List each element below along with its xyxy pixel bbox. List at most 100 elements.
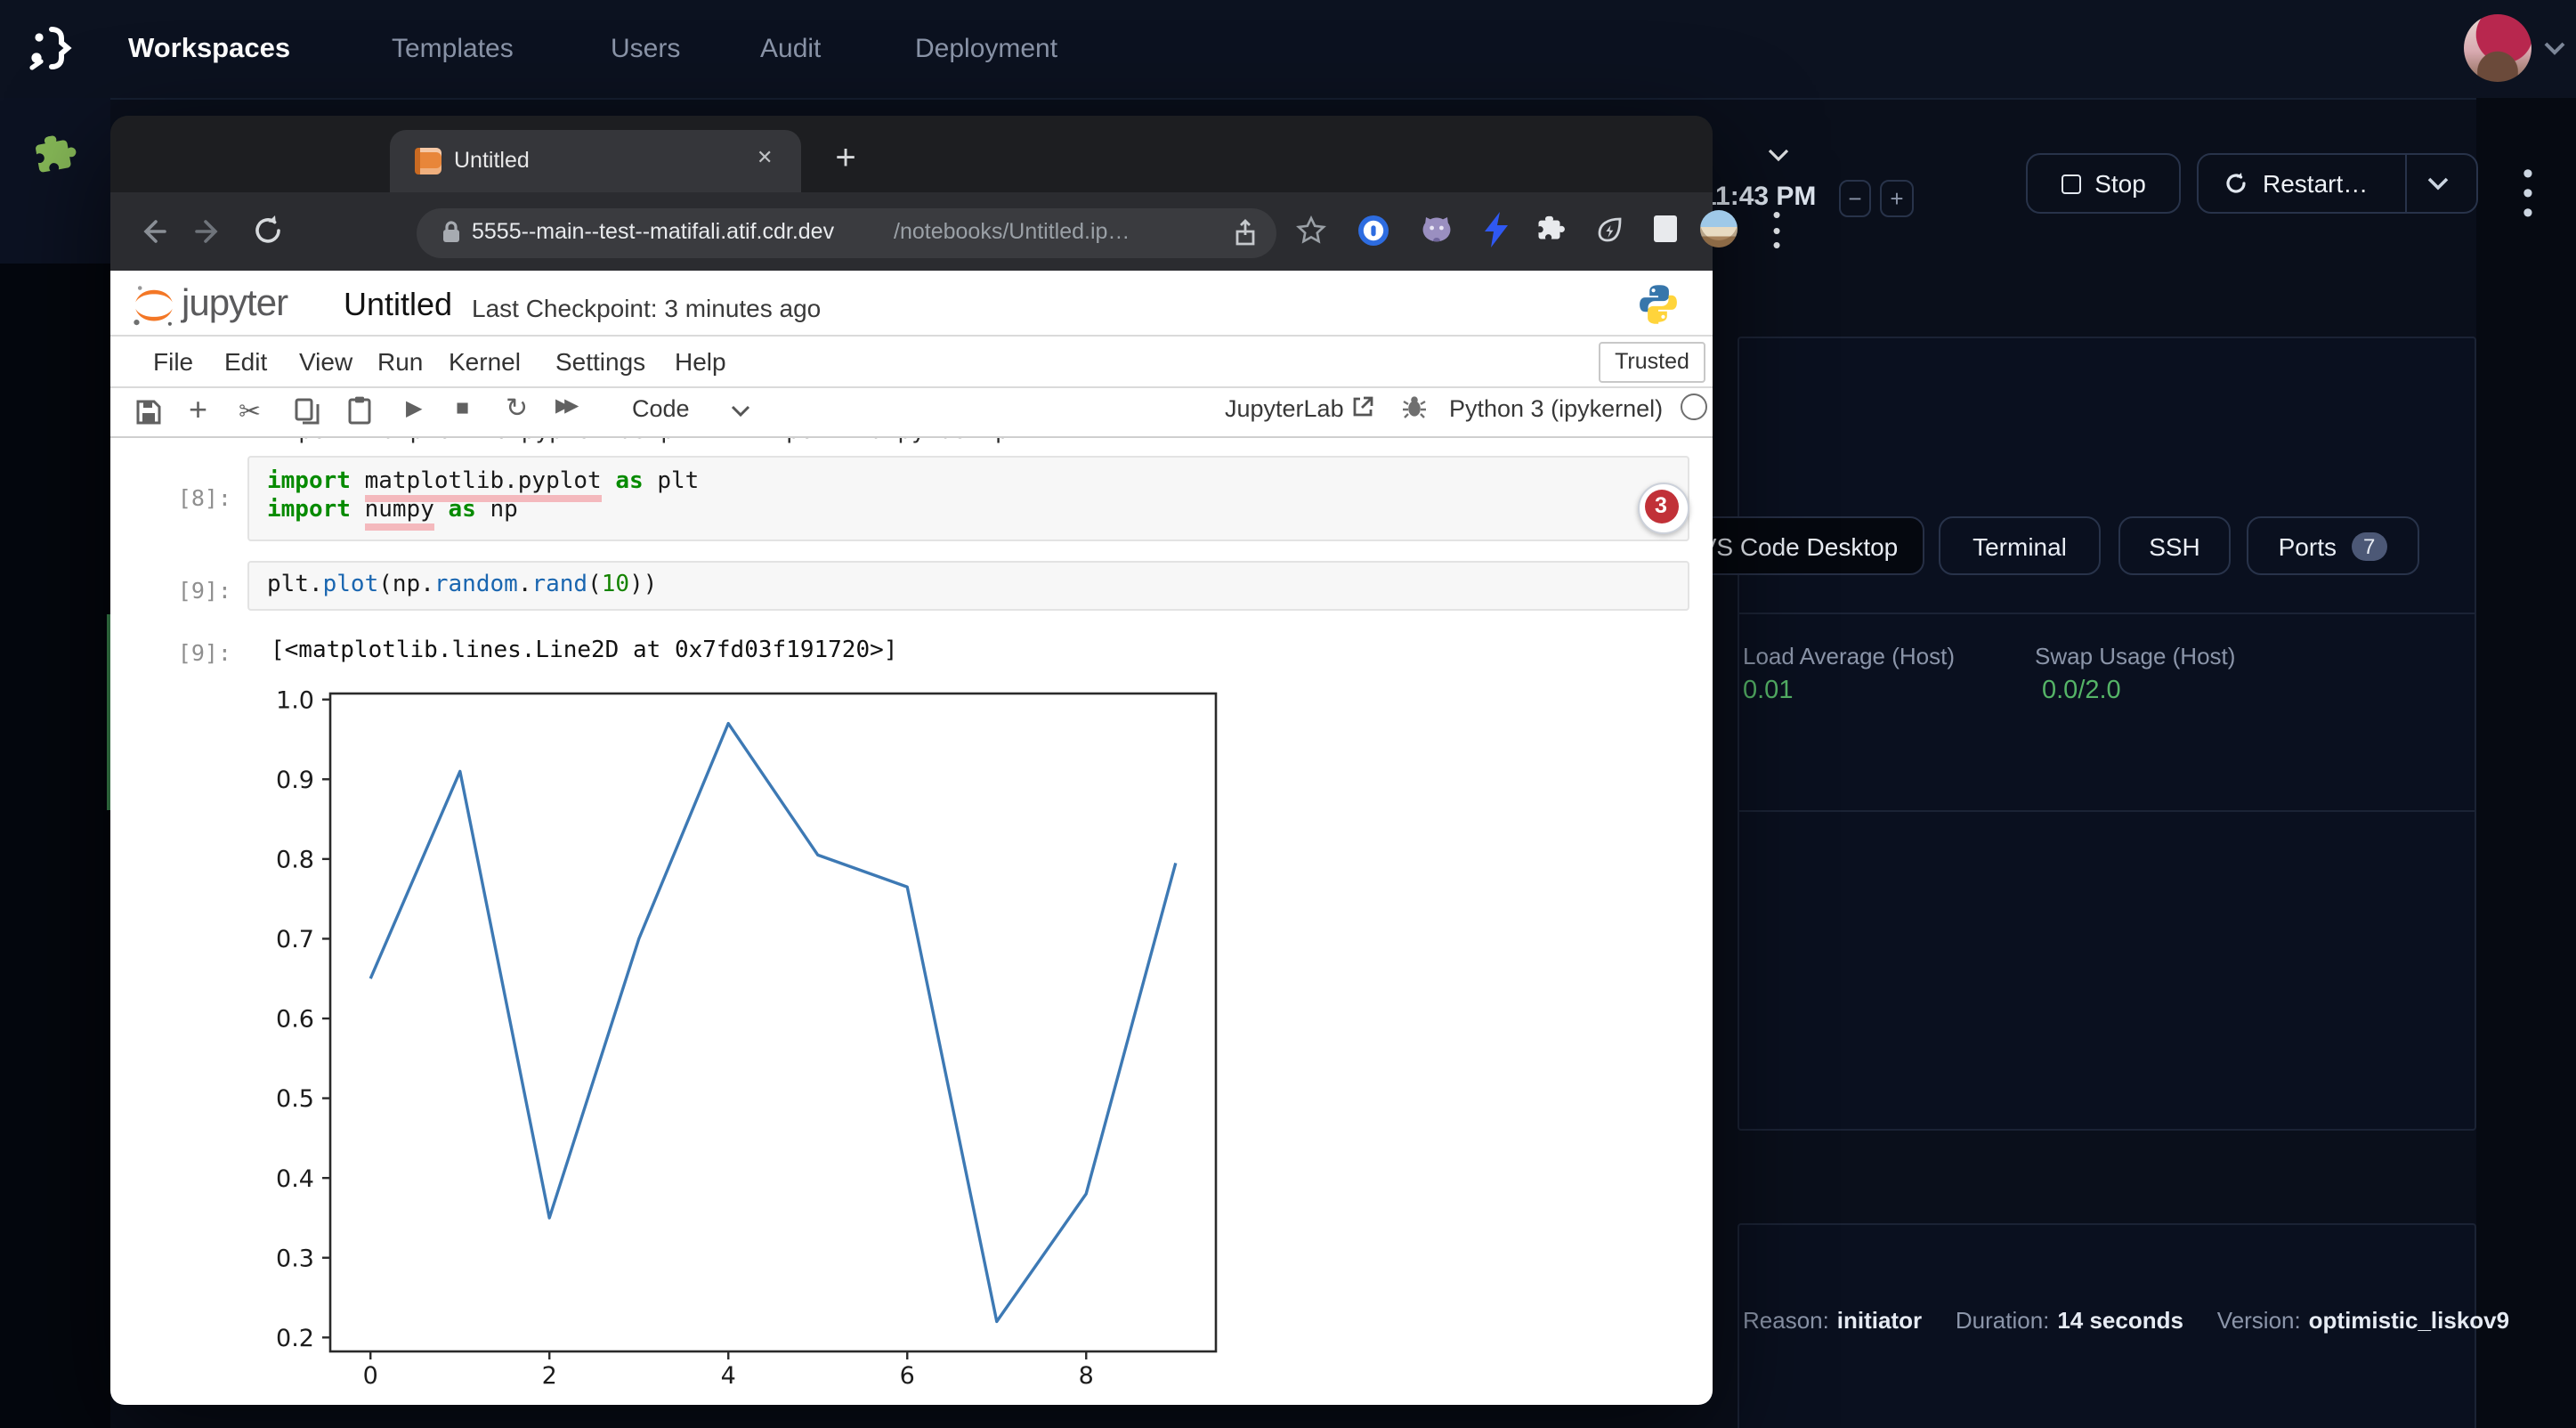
bookmark-star-icon[interactable] <box>1296 215 1326 246</box>
workspace-card <box>1737 337 2476 1131</box>
tab-title: Untitled <box>454 147 530 172</box>
reason-label: Reason: <box>1743 1307 1829 1334</box>
menu-run[interactable]: Run <box>377 347 423 376</box>
zoom-in-button[interactable]: + <box>1880 180 1914 217</box>
cell-type-dropdown[interactable]: Code <box>632 395 690 422</box>
trusted-button[interactable]: Trusted <box>1599 342 1705 383</box>
menu-edit[interactable]: Edit <box>224 347 267 376</box>
python-logo-icon <box>1638 283 1679 324</box>
right-page-band <box>2476 98 2576 1428</box>
ports-label: Ports <box>2279 531 2337 560</box>
bolt-extension-icon[interactable] <box>1485 212 1510 247</box>
avatar-chevron-down-icon[interactable] <box>2542 39 2567 57</box>
browser-tab[interactable]: Untitled ✕ <box>390 129 801 192</box>
menu-kernel[interactable]: Kernel <box>449 347 521 376</box>
ssh-button[interactable]: SSH <box>2118 516 2231 575</box>
external-link-icon[interactable] <box>1351 395 1374 418</box>
nav-item-templates[interactable]: Templates <box>392 0 514 98</box>
copy-cells-icon[interactable] <box>294 397 320 426</box>
tab-close-icon[interactable]: ✕ <box>757 145 773 168</box>
svg-text:4: 4 <box>721 1362 736 1385</box>
svg-text:0.3: 0.3 <box>276 1245 314 1272</box>
collaborator-count-badge[interactable]: 3 <box>1637 483 1689 534</box>
cell9-editor[interactable]: plt.plot(np.random.rand(10)) <box>247 561 1689 611</box>
badge-count: 3 <box>1644 490 1678 523</box>
nav-item-workspaces[interactable]: Workspaces <box>128 0 290 98</box>
nav-item-users[interactable]: Users <box>611 0 680 98</box>
svg-text:8: 8 <box>1079 1362 1094 1385</box>
user-avatar[interactable] <box>2464 14 2531 82</box>
onepassword-extension-icon[interactable] <box>1357 214 1390 247</box>
restart-kernel-icon[interactable]: ↻ <box>506 392 528 424</box>
add-cell-icon[interactable]: + <box>189 392 207 429</box>
ssh-label: SSH <box>2149 531 2200 560</box>
restart-workspace-split-button[interactable]: Restart… <box>2197 153 2478 214</box>
browser-kebab-menu[interactable]: ••• <box>1768 208 1786 254</box>
output9-prompt: [9]: <box>169 639 231 666</box>
cell9-prompt: [9]: <box>169 577 231 604</box>
menu-view[interactable]: View <box>299 347 352 376</box>
terminal-label: Terminal <box>1973 531 2067 560</box>
header-divider <box>110 334 1713 336</box>
workspace-time: 11:43 PM <box>1702 182 1816 212</box>
menu-file[interactable]: File <box>153 347 193 376</box>
screen: Workspaces Templates Users Audit Deploym… <box>0 0 2576 1428</box>
jupyterlab-link[interactable]: JupyterLab <box>1225 395 1344 422</box>
energy-saver-leaf-icon[interactable] <box>1593 214 1625 246</box>
interrupt-kernel-icon[interactable]: ■ <box>456 394 469 419</box>
restart-chevron-down-icon[interactable] <box>2426 176 2450 192</box>
back-icon[interactable] <box>135 215 167 247</box>
version-label: Version: <box>2217 1307 2301 1334</box>
terminal-button[interactable]: Terminal <box>1939 516 2101 575</box>
browser-window: Untitled ✕ + 5555--main--test--matifali.… <box>110 115 1713 1405</box>
coder-logo-icon[interactable] <box>23 21 77 75</box>
menu-help[interactable]: Help <box>675 347 726 376</box>
paste-cells-icon[interactable] <box>347 395 372 426</box>
reload-icon[interactable] <box>251 214 285 247</box>
side-panel-icon[interactable] <box>1652 214 1679 244</box>
matplotlib-figure: 0.20.30.40.50.60.70.80.91.002468 <box>267 687 1264 1394</box>
jupyter-page: jupyter Untitled Last Checkpoint: 3 minu… <box>110 271 1713 1405</box>
new-tab-button[interactable]: + <box>822 134 869 181</box>
tab-search-chevron-icon[interactable] <box>1766 145 1791 163</box>
cell8-line2: import numpy as np <box>267 497 1670 523</box>
cell9-line1: plt.plot(np.random.rand(10)) <box>267 572 1670 598</box>
forward-icon[interactable] <box>194 215 226 247</box>
zoom-out-button[interactable]: − <box>1839 180 1871 217</box>
restart-icon <box>2224 171 2248 196</box>
restart-split-divider <box>2405 155 2407 212</box>
duration-value: 14 seconds <box>2057 1307 2183 1334</box>
vscode-desktop-label: VS Code Desktop <box>1700 531 1899 560</box>
ports-button[interactable]: Ports 7 <box>2247 516 2419 575</box>
stop-label: Stop <box>2094 169 2146 198</box>
cell8-prompt: [8]: <box>169 484 231 511</box>
address-bar[interactable]: 5555--main--test--matifali.atif.cdr.dev … <box>417 207 1276 257</box>
debugger-bug-icon[interactable] <box>1401 394 1428 420</box>
svg-text:2: 2 <box>542 1362 557 1385</box>
save-icon[interactable] <box>135 399 162 426</box>
svg-text:0.9: 0.9 <box>276 767 314 794</box>
cell8-editor[interactable]: import matplotlib.pyplot as plt import n… <box>247 456 1689 541</box>
kernel-status-icon <box>1681 394 1707 420</box>
svg-text:0.6: 0.6 <box>276 1006 314 1034</box>
extensions-puzzle-icon[interactable] <box>1535 214 1567 246</box>
nav-item-deployment[interactable]: Deployment <box>915 0 1057 98</box>
browser-profile-avatar[interactable] <box>1700 210 1738 247</box>
workspace-kebab-menu[interactable]: ••• <box>2515 164 2540 221</box>
kernel-name[interactable]: Python 3 (ipykernel) <box>1449 395 1663 422</box>
svg-text:0.4: 0.4 <box>276 1165 314 1193</box>
cell-type-chevron-icon[interactable] <box>730 404 751 418</box>
run-cell-icon[interactable]: ▶ <box>406 395 422 420</box>
svg-text:6: 6 <box>900 1362 915 1385</box>
stop-workspace-button[interactable]: Stop <box>2026 153 2181 214</box>
notebook-title[interactable]: Untitled <box>344 287 452 324</box>
nav-item-audit[interactable]: Audit <box>760 0 821 98</box>
build-meta-row: Reason: initiator Duration: 14 seconds V… <box>1743 1305 2469 1337</box>
cut-cells-icon[interactable]: ✂ <box>239 395 261 427</box>
github-extension-icon[interactable] <box>1419 212 1454 247</box>
restart-run-all-icon[interactable]: ▶▶ <box>555 395 573 417</box>
jupyter-favicon <box>415 147 441 174</box>
workspace-app-tile <box>0 98 110 265</box>
menu-settings[interactable]: Settings <box>555 347 645 376</box>
share-icon[interactable] <box>1234 218 1257 247</box>
